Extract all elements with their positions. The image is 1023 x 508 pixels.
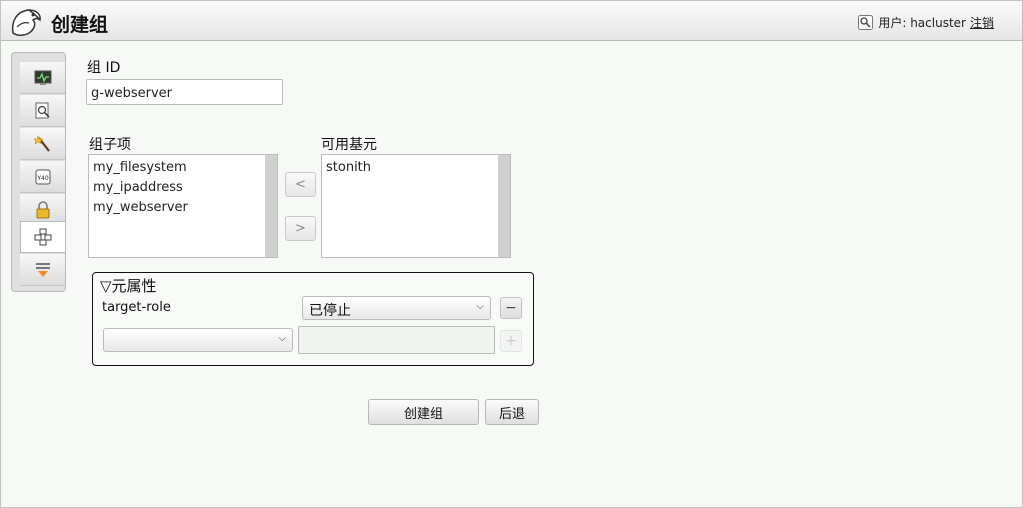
meta-attributes-title[interactable]: ▽元属性 xyxy=(100,275,157,296)
chevron-down-icon: ⌵ xyxy=(476,301,484,312)
scrollbar[interactable] xyxy=(265,155,277,257)
scrollbar[interactable] xyxy=(498,155,510,257)
target-role-value: 已停止 xyxy=(309,303,351,319)
user-search-icon xyxy=(858,15,874,30)
group-id-input[interactable]: g-webserver xyxy=(86,79,283,105)
list-item[interactable]: my_webserver xyxy=(93,199,273,219)
new-attribute-value-input[interactable] xyxy=(298,326,495,354)
remove-attribute-button[interactable]: − xyxy=(500,297,522,319)
search-doc-icon xyxy=(35,102,50,118)
svg-text:Y40: Y40 xyxy=(36,175,48,182)
lock-icon xyxy=(36,200,49,218)
new-attribute-key-select[interactable]: ⌵ xyxy=(103,328,293,352)
meta-attributes-panel: ▽元属性 target-role 已停止 ⌵ − ⌵ + xyxy=(92,272,534,366)
create-group-button[interactable]: 创建组 xyxy=(368,399,479,425)
sidebar-item-view[interactable] xyxy=(20,95,65,127)
eagle-logo-icon xyxy=(11,9,41,36)
available-listbox[interactable]: stonith xyxy=(321,154,511,258)
sidebar-item-filters[interactable] xyxy=(20,254,65,286)
id-tag-icon: Y40 xyxy=(35,169,50,184)
sidebar-item-tags[interactable]: Y40 xyxy=(20,161,65,193)
move-left-button[interactable]: < xyxy=(285,172,316,197)
page-title: 创建组 xyxy=(51,14,109,36)
user-label: 用户: hacluster xyxy=(878,16,966,30)
logout-link[interactable]: 注销 xyxy=(970,14,994,31)
list-item[interactable]: my_filesystem xyxy=(93,159,273,179)
header-bar: 创建组 用户: hacluster 注销 xyxy=(1,1,1022,41)
meta-key-label: target-role xyxy=(102,300,171,315)
sidebar-item-status[interactable] xyxy=(20,62,65,94)
list-item[interactable]: my_ipaddress xyxy=(93,179,273,199)
group-id-label: 组 ID xyxy=(87,60,121,76)
children-label: 组子项 xyxy=(89,137,131,153)
list-item[interactable]: stonith xyxy=(326,159,506,179)
children-listbox[interactable]: my_filesystem my_ipaddress my_webserver xyxy=(88,154,278,258)
available-label: 可用基元 xyxy=(321,137,377,153)
target-role-select[interactable]: 已停止 ⌵ xyxy=(302,296,491,320)
sidebar-item-wizard[interactable] xyxy=(20,128,65,160)
resources-icon xyxy=(34,228,52,246)
add-attribute-button[interactable]: + xyxy=(500,330,522,352)
sidebar-item-resources[interactable] xyxy=(20,221,65,253)
chevron-down-icon: ⌵ xyxy=(278,333,286,344)
monitor-icon xyxy=(34,70,51,85)
back-button[interactable]: 后退 xyxy=(485,399,539,425)
wand-icon xyxy=(33,134,50,152)
filter-icon xyxy=(35,262,50,277)
move-right-button[interactable]: > xyxy=(285,216,316,241)
user-area: 用户: hacluster 注销 xyxy=(858,14,994,31)
sidebar: Y40 xyxy=(11,52,66,292)
